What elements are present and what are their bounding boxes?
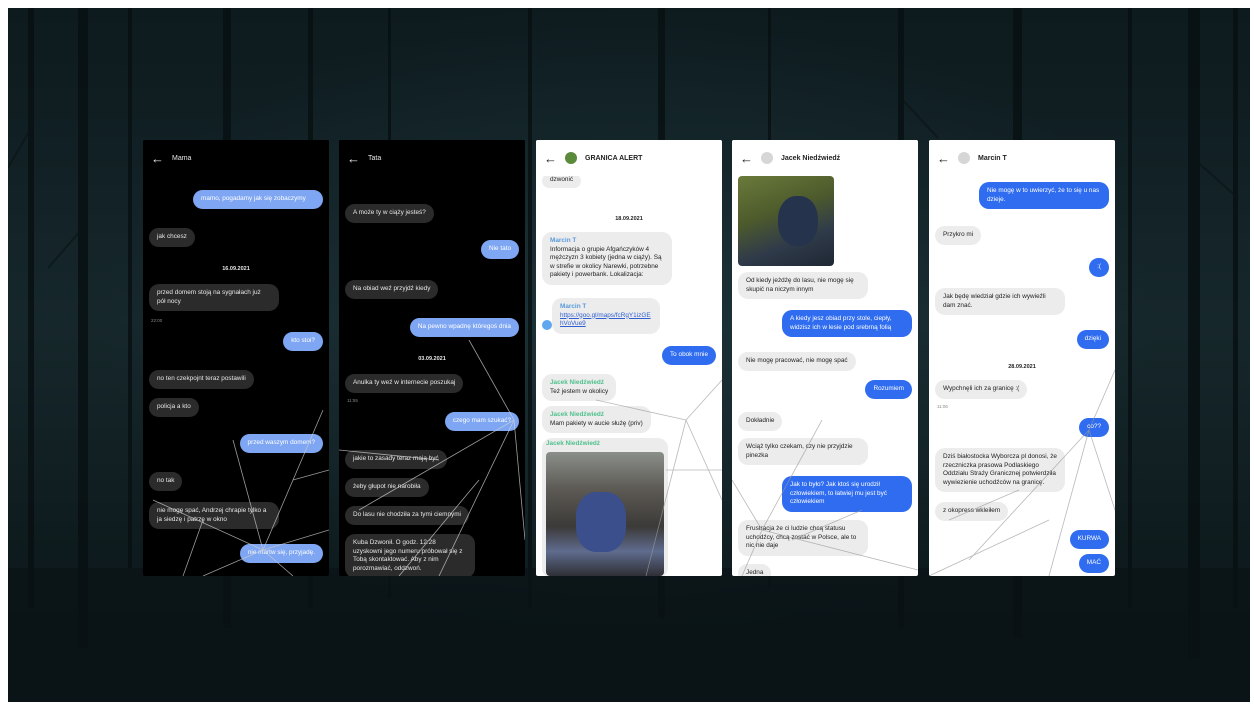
message-text: Mam pakiety w aucie służę (priv)	[550, 419, 643, 427]
message-bubble: jakie to zasady teraz mają być	[345, 450, 447, 469]
contact-avatar	[958, 152, 970, 164]
message-time: 22:00	[151, 318, 163, 323]
chat-panel-marcin: ← Marcin T Nie mogę w to uwierzyć, że to…	[929, 140, 1115, 576]
message-time: 11:06	[937, 404, 948, 409]
message-bubble: policja a kto	[149, 398, 199, 417]
message-bubble: mamo, pogadamy jak się zobaczymy	[193, 190, 323, 209]
sender-name: Marcin T	[560, 303, 587, 310]
message-bubble: kto stoi?	[283, 332, 323, 351]
message-bubble: Do lasu nie chodziła za tymi ciemnymi	[345, 506, 469, 525]
message-bubble: Jak będę wiedział gdzie ich wywieźli dam…	[935, 288, 1065, 315]
message-text: Też jestem w okolicy	[550, 387, 609, 395]
message-bubble: no tak	[149, 472, 183, 491]
message-bubble: KURWA	[1069, 530, 1109, 549]
chat-panel-jacek: ← Jacek Niedźwiedź Od kiedy jeżdżę do la…	[732, 140, 918, 576]
message-bubble: Przykro mi	[935, 226, 982, 245]
message-bubble: nie mogę spać, Andrzej chrapie tylko a j…	[149, 502, 279, 529]
message-bubble: Wciąż tylko czekam, czy nie przyjdzie pi…	[738, 438, 868, 465]
message-bubble: Dziś białostocka Wyborcza pl donosi, że …	[935, 448, 1065, 492]
date-separator: 16.09.2021	[222, 266, 250, 272]
chat-header: ← GRANICA ALERT	[536, 140, 722, 176]
message-bubble: Na obiad weź przyjdź kiedy	[345, 280, 439, 299]
map-link[interactable]: https://goo.gl/maps/fcRgY1izGEhVoVue9	[560, 312, 651, 328]
message-bubble: dzięki	[1076, 330, 1109, 349]
chat-panel-granica-alert: ← GRANICA ALERT dzwonić 18.09.2021 Marci…	[536, 140, 722, 576]
message-bubble: Rozumiem	[865, 380, 912, 399]
contact-name: Mama	[172, 154, 192, 162]
message-bubble: czego mam szukać?	[444, 412, 519, 431]
slide-background: ← Mama mamo, pogadamy jak się zobaczymy …	[8, 8, 1250, 702]
message-bubble: Frustracja że ci ludzie chcą statusu uch…	[738, 520, 868, 556]
date-separator: 18.09.2021	[615, 216, 643, 222]
sender-name: Jacek Niedźwiedź	[550, 411, 604, 418]
message-bubble: :(	[1089, 258, 1109, 277]
date-separator: 03.09.2021	[418, 356, 446, 362]
forest-photo[interactable]	[738, 176, 834, 266]
message-text: Informacja o grupie Afgańczyków 4 mężczy…	[550, 245, 662, 279]
message-bubble: Marcin T https://goo.gl/maps/fcRgY1izGEh…	[552, 298, 660, 334]
back-arrow-icon[interactable]: ←	[937, 152, 950, 165]
message-bubble: Kuba Dzwonił. O godz. 12:28 uzyskowni je…	[345, 534, 475, 576]
message-bubble: jak chcesz	[149, 228, 195, 247]
contact-name: GRANICA ALERT	[585, 154, 643, 162]
group-avatar	[565, 152, 577, 164]
message-bubble: Jacek Niedźwiedź Mam pakiety w aucie słu…	[542, 406, 651, 433]
chat-header: ← Mama	[143, 140, 329, 176]
contact-name: Tata	[368, 154, 382, 162]
message-bubble: nie martw się, przyjadę.	[239, 544, 323, 563]
message-bubble: Anulka ty weź w internecie poszukaj	[345, 374, 464, 393]
sender-name: Jacek Niedźwiedź	[550, 379, 604, 386]
sender-name: Marcin T	[550, 237, 577, 244]
chat-header: ← Marcin T	[929, 140, 1115, 176]
sender-avatar	[542, 320, 552, 330]
sender-name: Jacek Niedźwiedź	[546, 440, 600, 447]
message-bubble: no ten czekpojnt teraz postawili	[149, 370, 254, 389]
contact-avatar	[761, 152, 773, 164]
photo-message: Jacek Niedźwiedź	[542, 438, 668, 576]
message-bubble: Nie mogę w to uwierzyć, że to się u nas …	[979, 182, 1109, 209]
message-bubble: dzwonić	[542, 174, 582, 188]
back-arrow-icon[interactable]: ←	[544, 152, 557, 165]
date-separator: 28.09.2021	[1008, 364, 1036, 370]
person-shape	[778, 196, 818, 246]
message-bubble: Jak to było? Jak ktoś się urodził człowi…	[782, 476, 912, 512]
message-bubble: przed domem stoją na sygnałach już pół n…	[149, 284, 279, 311]
message-bubble: co??	[1079, 418, 1109, 437]
message-bubble: Od kiedy jeżdżę do lasu, nie mogę się sk…	[738, 272, 868, 299]
message-bubble: z okopress wkleiłem	[935, 502, 1009, 521]
contact-name: Marcin T	[978, 154, 1007, 162]
chat-panel-mama: ← Mama mamo, pogadamy jak się zobaczymy …	[143, 140, 329, 576]
message-bubble: Nie mogę pracować, nie mogę spać	[738, 352, 856, 371]
car-photo[interactable]	[546, 452, 664, 576]
message-bubble: A kiedy jesz obiad przy stole, ciepły, w…	[782, 310, 912, 337]
message-bubble: MAĆ	[1078, 554, 1109, 573]
message-bubble: żeby głupot nie narobiła	[345, 478, 429, 497]
back-arrow-icon[interactable]: ←	[740, 152, 753, 165]
back-arrow-icon[interactable]: ←	[151, 152, 164, 165]
chat-header: ← Jacek Niedźwiedź	[732, 140, 918, 176]
message-bubble: Na pewno wpadnę któregoś dnia	[409, 318, 519, 337]
message-bubble: przed waszym domem?	[239, 434, 323, 453]
message-bubble: Dokładnie	[738, 412, 783, 431]
message-bubble: Jedna	[738, 564, 772, 576]
message-time: 11:55	[347, 398, 358, 403]
message-bubble: Marcin T Informacja o grupie Afgańczyków…	[542, 232, 672, 285]
message-bubble: To obok mnie	[661, 346, 716, 365]
chat-header: ← Tata	[339, 140, 525, 176]
message-bubble: Nie tato	[480, 240, 519, 259]
message-bubble: Wypchnęli ich za granicę :(	[935, 380, 1028, 399]
backpack-shape	[576, 492, 626, 552]
message-bubble: A może ty w ciąży jesteś?	[345, 204, 434, 223]
back-arrow-icon[interactable]: ←	[347, 152, 360, 165]
contact-name: Jacek Niedźwiedź	[781, 154, 841, 162]
chat-panel-tata: ← Tata A może ty w ciąży jesteś? Nie tat…	[339, 140, 525, 576]
message-bubble: Jacek Niedźwiedź Też jestem w okolicy	[542, 374, 617, 401]
